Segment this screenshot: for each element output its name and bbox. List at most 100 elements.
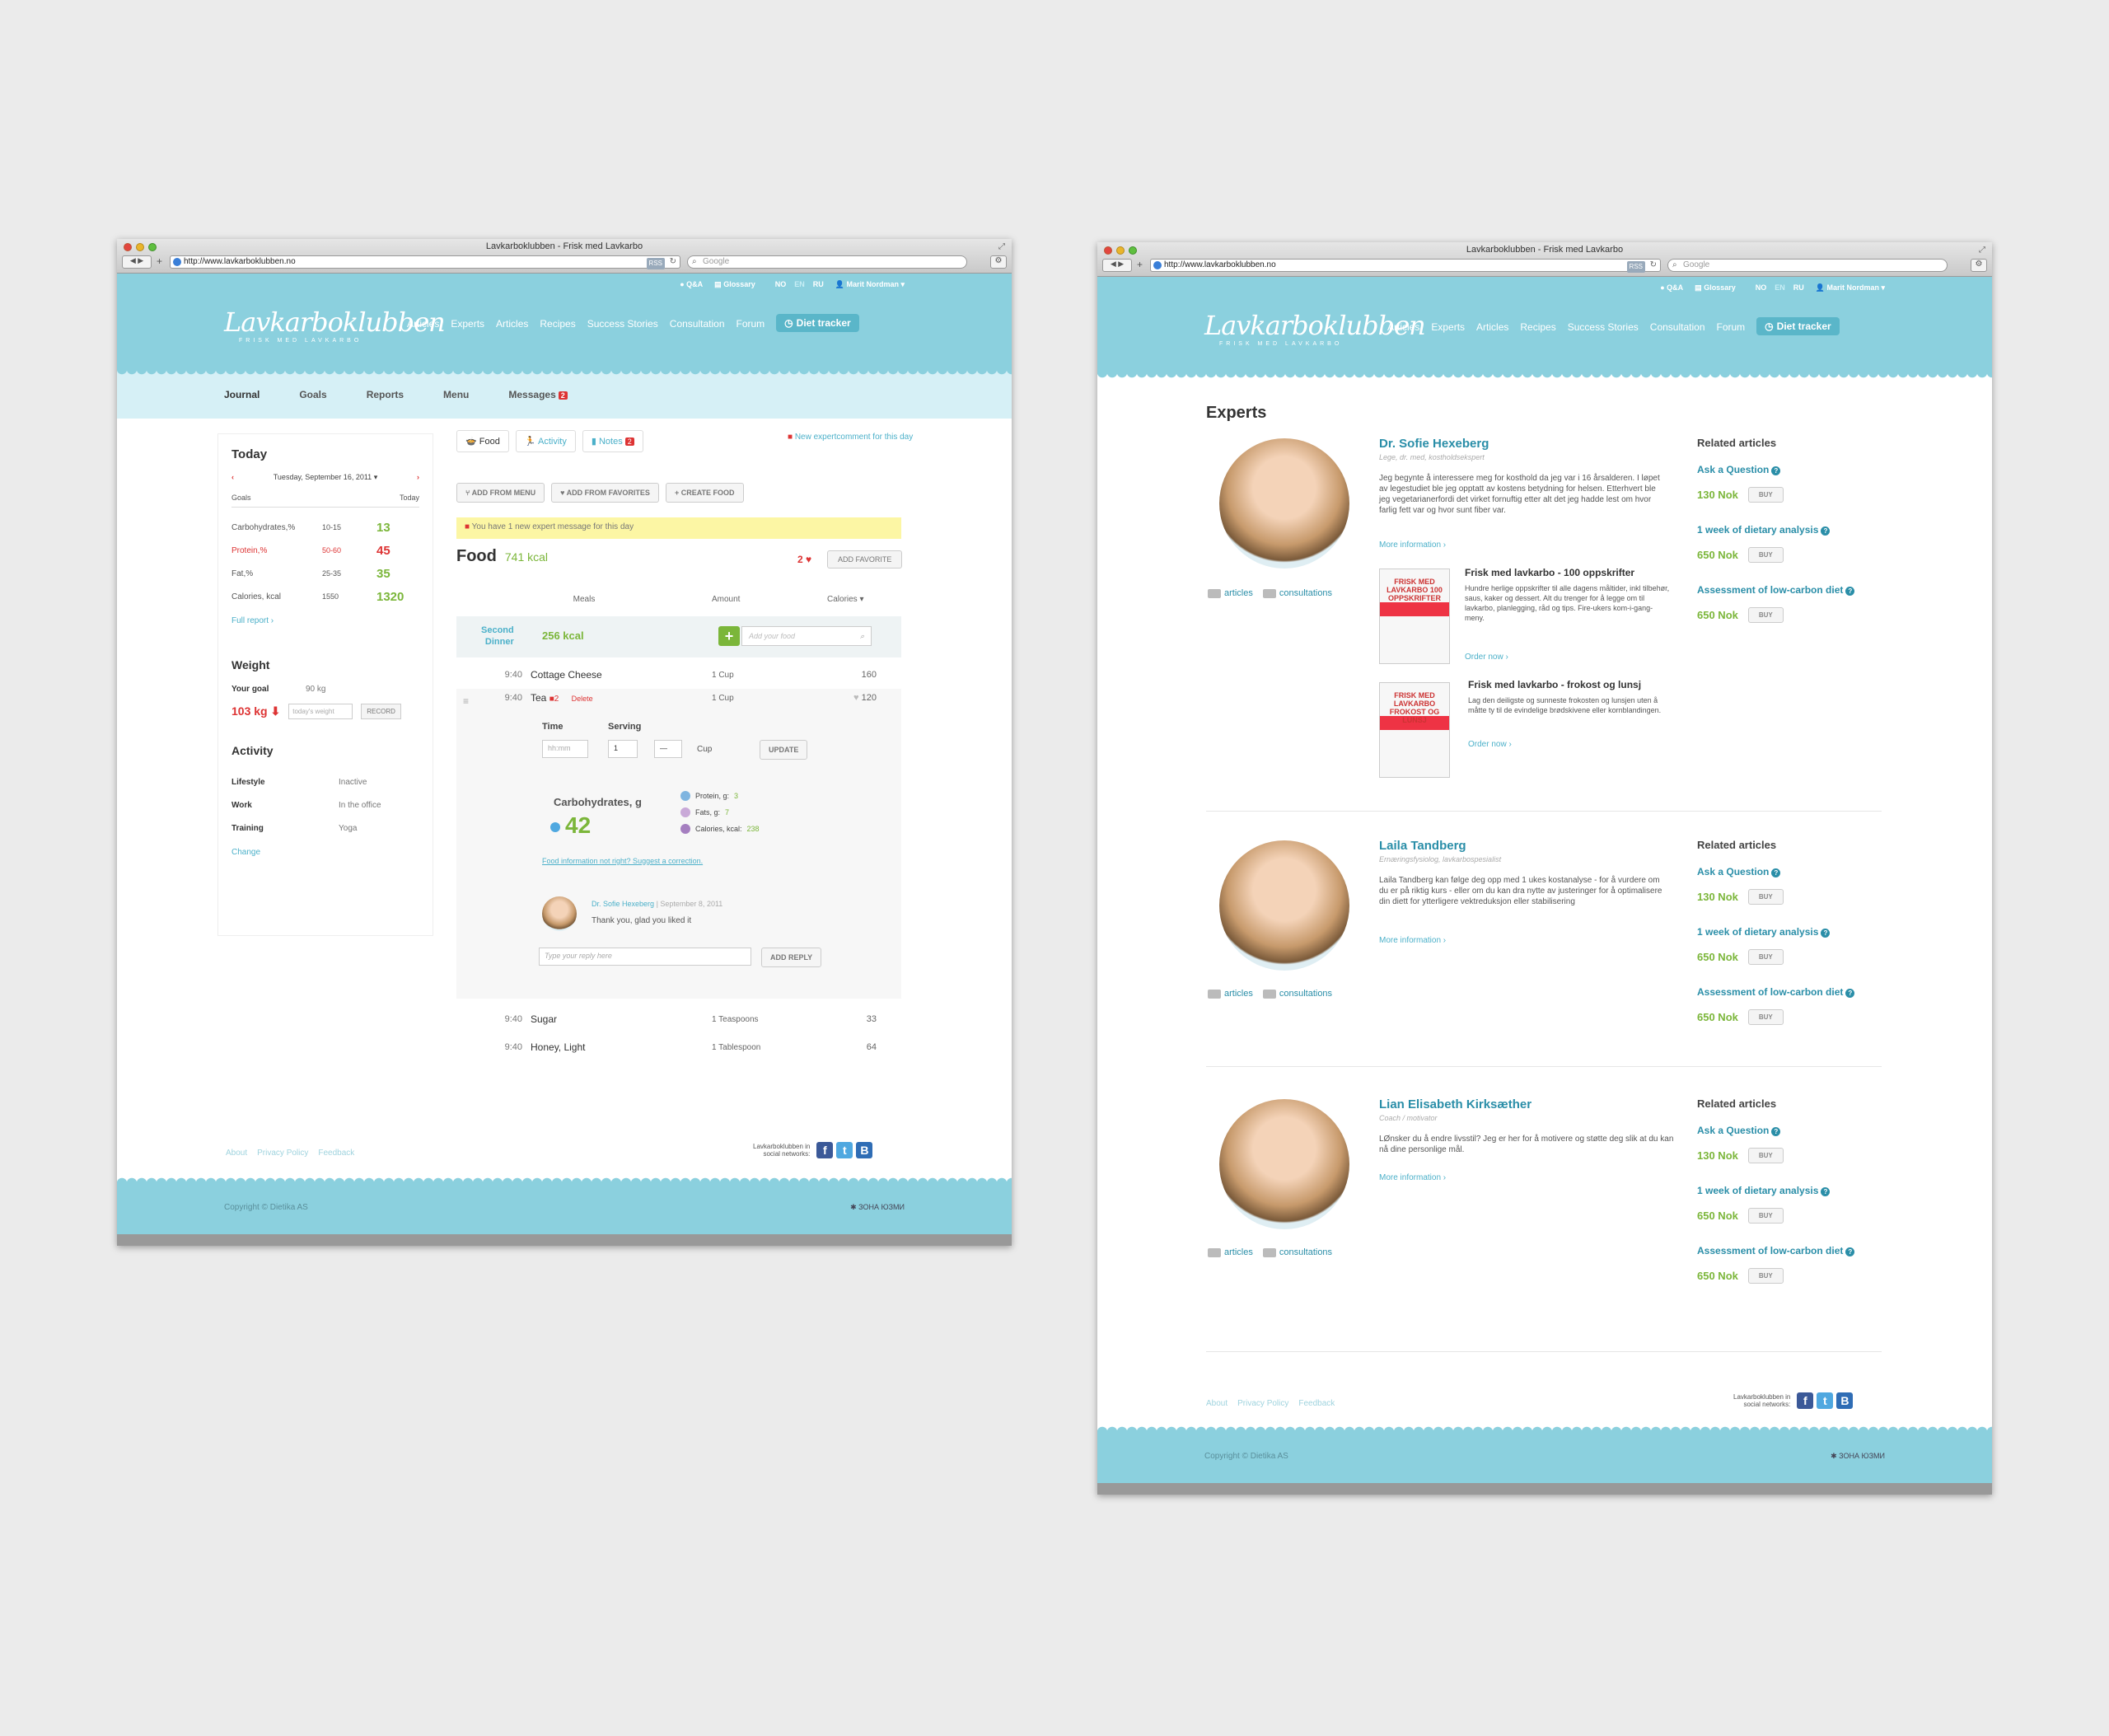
full-report-link[interactable]: Full report › — [231, 616, 419, 625]
lang-en[interactable]: EN — [794, 280, 805, 288]
nav-forum[interactable]: Forum — [737, 318, 765, 332]
next-day-icon[interactable]: › — [417, 473, 419, 482]
rss-icon[interactable]: RSS — [646, 258, 665, 269]
nav-articles-2[interactable]: Articles — [496, 318, 528, 332]
facebook-icon[interactable]: f — [1797, 1392, 1814, 1409]
related-link[interactable]: Assessment of low-carbon diet? — [1697, 986, 1903, 998]
related-link[interactable]: 1 week of dietary analysis? — [1697, 1185, 1903, 1196]
lang-no[interactable]: NO — [775, 280, 787, 288]
consultations-link[interactable]: consultations — [1262, 588, 1332, 598]
footer-privacy[interactable]: Privacy Policy — [1237, 1399, 1288, 1408]
tab-activity[interactable]: 🏃 Activity — [515, 430, 576, 452]
calories-sort[interactable]: Calories ▾ — [827, 595, 864, 604]
articles-link[interactable]: articles — [1208, 588, 1253, 598]
user-menu[interactable]: 👤 Marit Nordman ▾ — [1816, 283, 1885, 292]
prev-day-icon[interactable]: ‹ — [231, 473, 234, 482]
buy-button[interactable]: BUY — [1747, 607, 1784, 623]
fullscreen-icon[interactable]: ⤢ — [1979, 246, 1985, 255]
nav-recipes[interactable]: Recipes — [1520, 321, 1555, 335]
qa-link[interactable]: ● Q&A — [1660, 283, 1683, 292]
food-item[interactable]: 9:40 Cottage Cheese 1 Cup 160 — [456, 666, 901, 684]
serving-fraction-select[interactable]: — — [654, 740, 682, 758]
nav-success-stories[interactable]: Success Stories — [1568, 321, 1639, 335]
lang-no[interactable]: NO — [1756, 283, 1767, 292]
reload-icon[interactable]: ↻ — [1650, 260, 1657, 271]
change-activity-link[interactable]: Change — [231, 848, 419, 857]
related-link[interactable]: Assessment of low-carbon diet? — [1697, 1245, 1903, 1256]
buy-button[interactable]: BUY — [1747, 1208, 1784, 1224]
add-reply-button[interactable]: ADD REPLY — [761, 948, 822, 967]
add-from-menu-button[interactable]: ⑂ ADD FROM MENU — [456, 483, 545, 503]
footer-privacy[interactable]: Privacy Policy — [257, 1149, 308, 1158]
related-link[interactable]: Ask a Question? — [1697, 464, 1903, 475]
reload-icon[interactable]: ↻ — [670, 256, 676, 268]
articles-link[interactable]: articles — [1208, 989, 1253, 999]
rss-icon[interactable]: RSS — [1626, 261, 1645, 273]
subnav-journal[interactable]: Journal — [224, 389, 260, 400]
nav-forum[interactable]: Forum — [1717, 321, 1746, 335]
record-button[interactable]: RECORD — [361, 704, 401, 719]
blog-icon[interactable]: B — [1836, 1392, 1854, 1409]
address-bar[interactable]: http://www.lavkarboklubben.no RSS ↻ — [1150, 259, 1661, 273]
add-food-button[interactable]: + — [718, 626, 740, 646]
expert-name-link[interactable]: Dr. Sofie Hexeberg — [1379, 437, 1489, 451]
related-link[interactable]: Ask a Question? — [1697, 1125, 1903, 1136]
buy-button[interactable]: BUY — [1747, 1148, 1784, 1163]
glossary-link[interactable]: ▤ Glossary — [714, 280, 755, 289]
buy-button[interactable]: BUY — [1747, 547, 1784, 563]
user-menu[interactable]: 👤 Marit Nordman ▾ — [835, 280, 905, 289]
related-link[interactable]: 1 week of dietary analysis? — [1697, 524, 1903, 536]
footer-about[interactable]: About — [1206, 1399, 1228, 1408]
delete-link[interactable]: Delete — [572, 695, 593, 703]
consultations-link[interactable]: consultations — [1262, 1247, 1332, 1257]
gear-icon[interactable]: ⚙ — [990, 255, 1007, 269]
nav-diet-tracker[interactable]: ◷ Diet tracker — [776, 314, 859, 332]
time-input[interactable]: hh:mm — [542, 740, 588, 758]
add-from-favorites-button[interactable]: ♥ ADD FROM FAVORITES — [551, 483, 659, 503]
glossary-link[interactable]: ▤ Glossary — [1695, 283, 1736, 292]
lang-ru[interactable]: RU — [813, 280, 824, 288]
buy-button[interactable]: BUY — [1747, 949, 1784, 965]
related-link[interactable]: Ask a Question? — [1697, 866, 1903, 877]
lang-en[interactable]: EN — [1775, 283, 1785, 292]
search-field[interactable]: ⌕ Google — [1667, 259, 1948, 272]
subnav-menu[interactable]: Menu — [443, 389, 469, 400]
nav-articles[interactable]: Articles — [407, 318, 439, 332]
footer-about[interactable]: About — [226, 1149, 247, 1158]
nav-experts[interactable]: Experts — [451, 318, 484, 332]
heart-icon[interactable]: ♥ — [853, 693, 859, 703]
expert-photo[interactable] — [1219, 840, 1349, 971]
facebook-icon[interactable]: f — [816, 1142, 834, 1158]
buy-button[interactable]: BUY — [1747, 1009, 1784, 1025]
made-by-link[interactable]: ✱ ЗОНА ЮЗМИ — [850, 1203, 905, 1212]
fullscreen-icon[interactable]: ⤢ — [998, 242, 1005, 251]
create-food-button[interactable]: + CREATE FOOD — [665, 483, 744, 503]
nav-consultation[interactable]: Consultation — [670, 318, 725, 332]
twitter-icon[interactable]: t — [836, 1142, 853, 1158]
nav-experts[interactable]: Experts — [1431, 321, 1465, 335]
tab-notes[interactable]: ▮ Notes 2 — [582, 430, 643, 452]
add-favorite-button[interactable]: ADD FAVORITE — [827, 550, 903, 569]
update-button[interactable]: UPDATE — [760, 740, 808, 760]
subnav-reports[interactable]: Reports — [367, 389, 404, 400]
nav-diet-tracker[interactable]: ◷ Diet tracker — [1756, 317, 1840, 335]
more-information-link[interactable]: More information › — [1379, 1173, 1446, 1182]
book-cover[interactable]: FRISK MED LAVKARBO 100 OPPSKRIFTER — [1379, 569, 1450, 664]
serving-input[interactable]: 1 — [608, 740, 638, 758]
add-bookmark-icon[interactable]: + — [1137, 259, 1143, 270]
food-item[interactable]: 9:40 Honey, Light 1 Tablespoon 64 — [456, 1038, 901, 1056]
address-bar[interactable]: http://www.lavkarboklubben.no RSS ↻ — [170, 255, 680, 269]
order-now-link[interactable]: Order now › — [1465, 653, 1508, 662]
made-by-link[interactable]: ✱ ЗОНА ЮЗМИ — [1831, 1452, 1885, 1461]
footer-feedback[interactable]: Feedback — [1298, 1399, 1335, 1408]
food-item[interactable]: 9:40 Sugar 1 Teaspoons 33 — [456, 1010, 901, 1028]
back-forward-buttons[interactable]: ◀ ▶ — [122, 255, 152, 269]
tab-food[interactable]: 🍲 Food — [456, 430, 509, 452]
book-cover[interactable]: FRISK MED LAVKARBO FROKOST OG LUNSJ — [1379, 682, 1450, 778]
comments-icon[interactable]: ■2 — [549, 695, 559, 704]
search-field[interactable]: ⌕ Google — [687, 255, 967, 269]
current-date[interactable]: Tuesday, September 16, 2011 ▾ — [274, 473, 377, 482]
blog-icon[interactable]: B — [856, 1142, 873, 1158]
related-link[interactable]: 1 week of dietary analysis? — [1697, 926, 1903, 938]
comment-author-link[interactable]: Dr. Sofie Hexeberg — [592, 900, 654, 908]
